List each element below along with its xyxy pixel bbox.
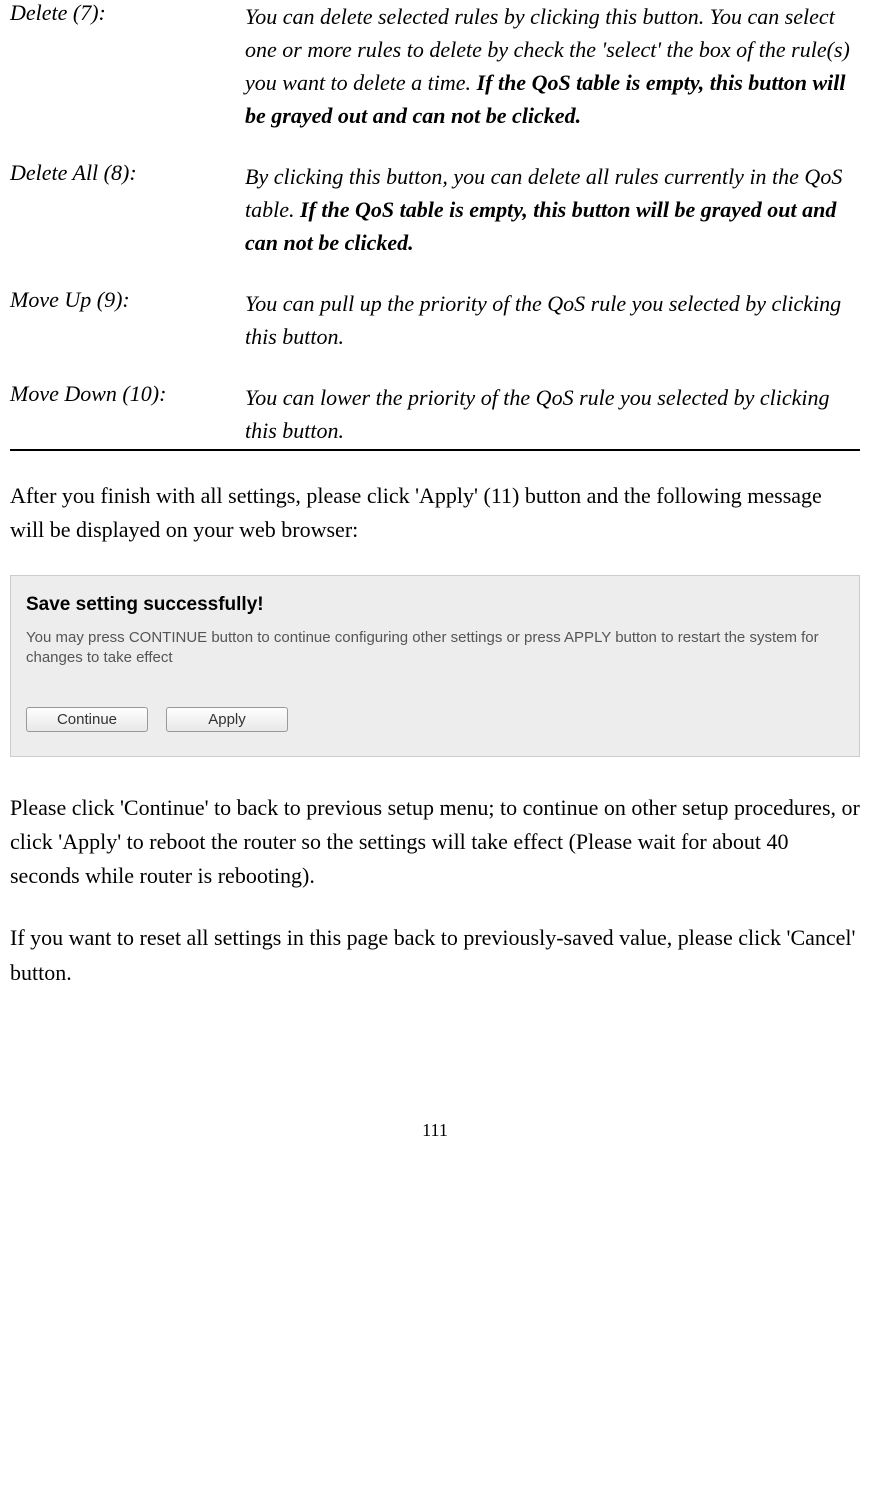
button-row: Continue Apply: [26, 707, 844, 732]
definition-term: Delete (7):: [10, 0, 245, 132]
definition-description: You can delete selected rules by clickin…: [245, 0, 860, 132]
definition-row: Move Down (10): You can lower the priori…: [10, 381, 860, 447]
paragraph-cancel: If you want to reset all settings in thi…: [10, 921, 860, 989]
definition-term: Move Up (9):: [10, 287, 245, 353]
paragraph-after-settings: After you finish with all settings, plea…: [10, 479, 860, 547]
paragraph-continue-apply: Please click 'Continue' to back to previ…: [10, 791, 860, 893]
apply-button[interactable]: Apply: [166, 707, 288, 732]
definition-term: Move Down (10):: [10, 381, 245, 447]
save-success-message: You may press CONTINUE button to continu…: [26, 628, 844, 667]
definition-description: You can pull up the priority of the QoS …: [245, 287, 860, 353]
definitions-section: Delete (7): You can delete selected rule…: [10, 0, 860, 451]
definition-term: Delete All (8):: [10, 160, 245, 259]
definition-row: Delete (7): You can delete selected rule…: [10, 0, 860, 132]
save-confirmation-screenshot: Save setting successfully! You may press…: [10, 575, 860, 757]
save-success-title: Save setting successfully!: [26, 594, 844, 616]
definition-description: You can lower the priority of the QoS ru…: [245, 381, 860, 447]
page-number: 111: [10, 1120, 860, 1161]
continue-button[interactable]: Continue: [26, 707, 148, 732]
definition-row: Delete All (8): By clicking this button,…: [10, 160, 860, 259]
definition-row: Move Up (9): You can pull up the priorit…: [10, 287, 860, 353]
definition-description: By clicking this button, you can delete …: [245, 160, 860, 259]
